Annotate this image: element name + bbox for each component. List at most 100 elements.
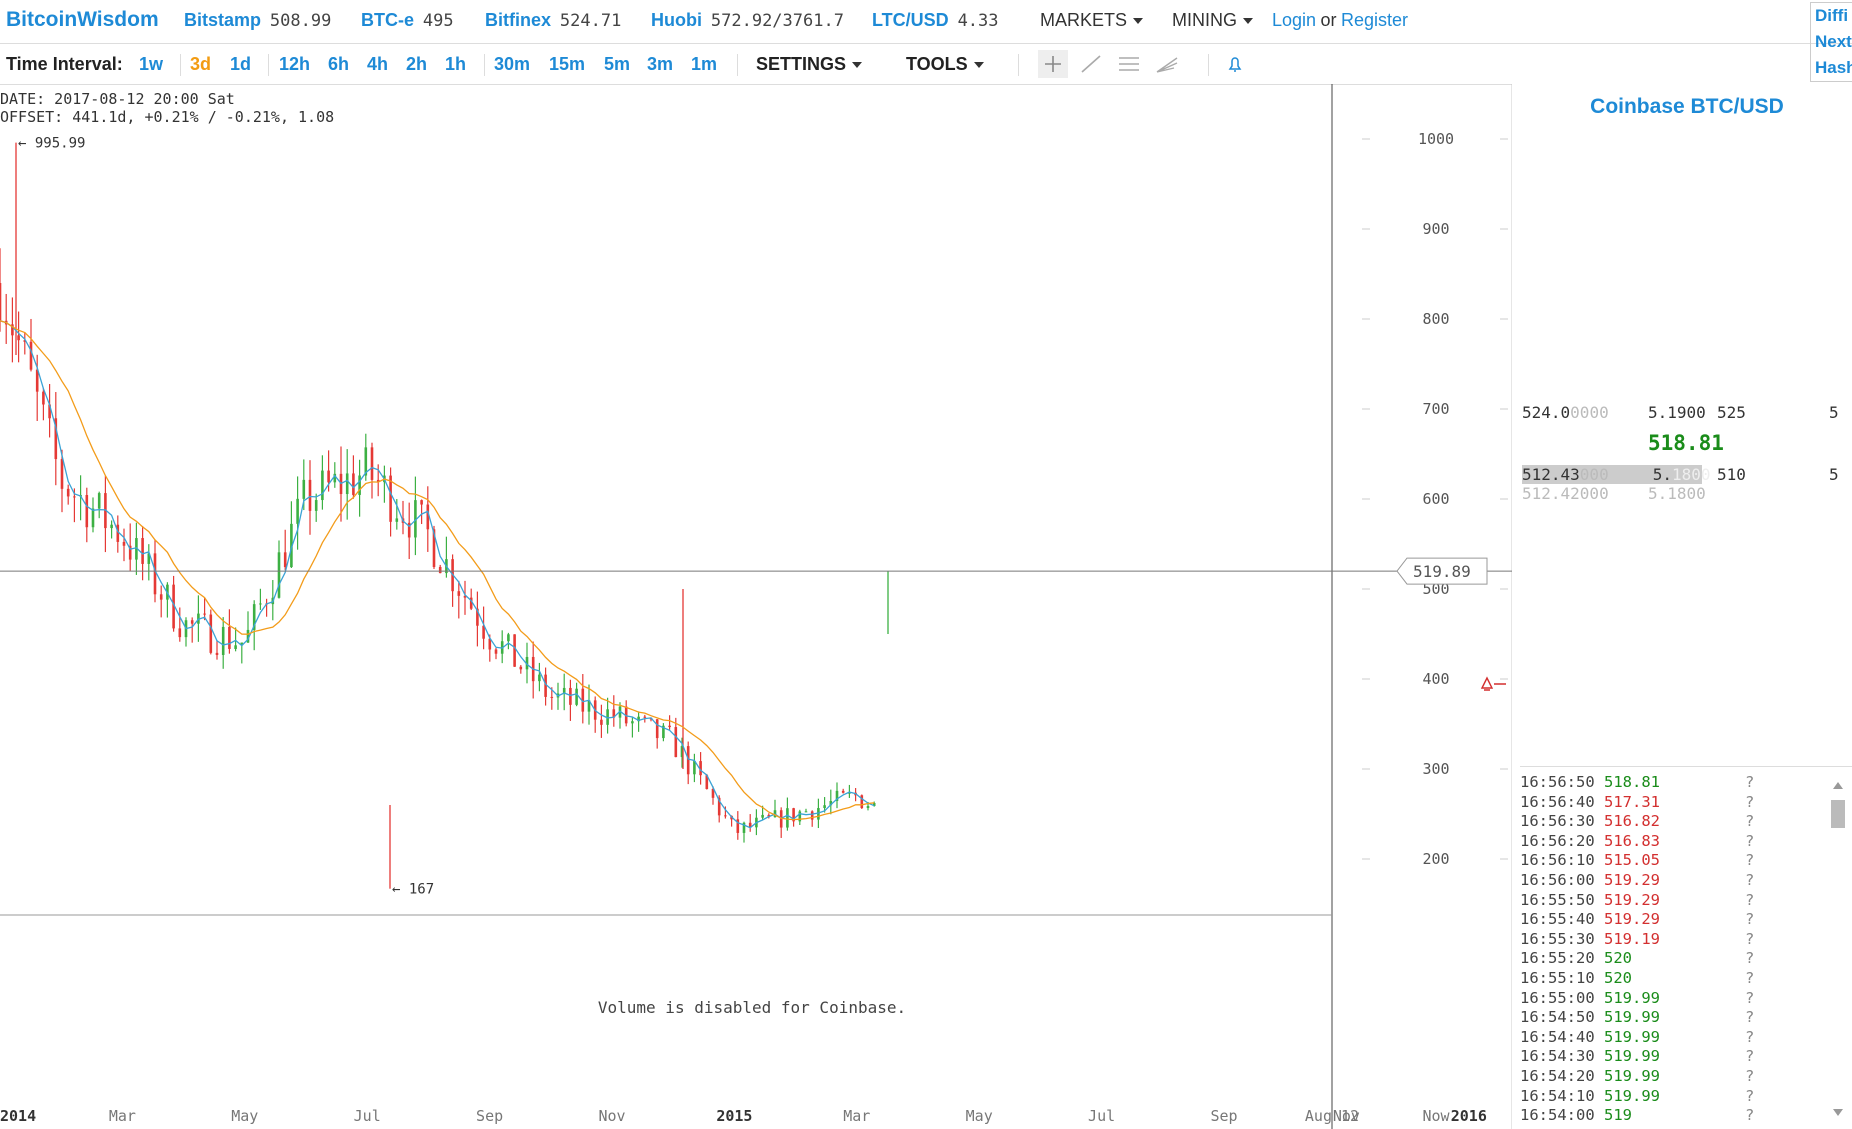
trade-time: 16:56:10 <box>1520 851 1595 870</box>
trade-price: 519.99 <box>1604 1027 1660 1046</box>
bid-sum: 510 <box>1717 465 1746 484</box>
divider <box>1018 54 1019 76</box>
trade-time: 16:55:40 <box>1520 910 1595 929</box>
bell-icon[interactable] <box>1220 50 1250 78</box>
interval-12h[interactable]: 12h <box>279 54 310 75</box>
interval-1m[interactable]: 1m <box>691 54 717 75</box>
interval-1w[interactable]: 1w <box>139 54 163 75</box>
interval-3m[interactable]: 3m <box>647 54 673 75</box>
auth-links: Login or Register <box>1272 10 1408 31</box>
candle-body <box>804 811 808 813</box>
trade-price: 519.29 <box>1604 910 1660 929</box>
difficulty-link[interactable]: Diffi <box>1811 3 1852 29</box>
trade-row: 16:56:00 519.29? <box>1520 871 1810 891</box>
ask-extra: 5 <box>1829 403 1839 422</box>
candle-body <box>302 479 306 499</box>
candle-body <box>85 495 89 528</box>
trade-time: 16:54:10 <box>1520 1086 1595 1105</box>
candle-body <box>110 524 113 529</box>
candle-body <box>60 459 64 489</box>
ticker-bitfinex[interactable]: Bitfinex 524.71 <box>485 10 621 31</box>
interval-4h[interactable]: 4h <box>367 54 388 75</box>
ticker-value: 495 <box>422 11 454 31</box>
candle-body <box>73 496 76 498</box>
trade-price: 517.31 <box>1604 792 1660 811</box>
candle-body <box>209 614 213 653</box>
trades-divider <box>1520 766 1852 767</box>
candle-body <box>66 488 70 497</box>
candle-body <box>178 628 182 638</box>
candle-body <box>395 518 399 522</box>
trade-amount: ? <box>1745 1086 1755 1105</box>
trade-price: 519.29 <box>1604 890 1660 909</box>
fan-icon[interactable] <box>1152 50 1182 78</box>
line-icon[interactable] <box>1076 50 1106 78</box>
candle-body <box>259 603 262 605</box>
y-tick-label: 900 <box>1422 220 1449 238</box>
mining-menu[interactable]: MINING <box>1172 10 1253 31</box>
ticker-huobi[interactable]: Huobi 572.92/3761.7 <box>651 10 844 31</box>
candle-body <box>203 613 206 615</box>
interval-1h[interactable]: 1h <box>445 54 466 75</box>
interval-2h[interactable]: 2h <box>406 54 427 75</box>
bid-price[interactable]: 512.42000 <box>1522 484 1609 503</box>
interval-1d[interactable]: 1d <box>230 54 251 75</box>
candle-body <box>345 473 349 495</box>
bid-row-highlighted[interactable]: 512.43000 5.1800 <box>1522 465 1711 484</box>
ticker-name: Bitfinex <box>485 10 552 30</box>
top-navigation-bar: BitcoinWisdom Bitstamp 508.99 BTC-e 495 … <box>0 0 1852 44</box>
trade-time: 16:55:20 <box>1520 949 1595 968</box>
trade-amount: ? <box>1745 812 1755 831</box>
trade-price: 519.29 <box>1604 870 1660 889</box>
x-tick-label: Nov <box>598 1107 625 1125</box>
crosshair-icon[interactable] <box>1038 50 1068 78</box>
trade-time: 16:56:50 <box>1520 773 1595 791</box>
candle-body <box>221 626 225 655</box>
next-link[interactable]: Next <box>1811 29 1852 55</box>
interval-3d[interactable]: 3d <box>190 54 211 75</box>
ticker-name: Huobi <box>651 10 702 30</box>
markets-menu[interactable]: MARKETS <box>1040 10 1144 31</box>
hashrate-link[interactable]: Hash <box>1811 55 1852 81</box>
trade-time: 16:54:50 <box>1520 1008 1595 1027</box>
brand-logo[interactable]: BitcoinWisdom <box>6 8 159 32</box>
chart-toolbar: Time Interval: 1w 3d 1d 12h 6h 4h 2h 1h … <box>0 44 1800 84</box>
ticker-ltcusd[interactable]: LTC/USD 4.33 <box>872 10 999 31</box>
trade-price: 519.99 <box>1604 1047 1660 1066</box>
interval-6h[interactable]: 6h <box>328 54 349 75</box>
trade-price: 519.99 <box>1604 988 1660 1007</box>
candle-body <box>569 687 572 705</box>
trade-time: 16:55:30 <box>1520 929 1595 948</box>
moving-average-fast <box>0 320 875 829</box>
candle-body <box>283 552 287 568</box>
interval-30m[interactable]: 30m <box>494 54 530 75</box>
ticker-btce[interactable]: BTC-e 495 <box>361 10 454 31</box>
trades-scrollbar[interactable] <box>1828 778 1848 1120</box>
x-tick-label: Jul <box>354 1107 381 1125</box>
parallel-lines-icon[interactable] <box>1114 50 1144 78</box>
ask-price-dim: 0000 <box>1570 403 1609 422</box>
interval-15m[interactable]: 15m <box>549 54 585 75</box>
cursor-price-text: 519.89 <box>1413 562 1471 581</box>
trade-price: 519 <box>1604 1106 1632 1125</box>
candle-body <box>17 335 20 341</box>
trade-time: 16:54:40 <box>1520 1027 1595 1046</box>
candle-body <box>550 696 554 698</box>
tools-menu[interactable]: TOOLS <box>906 54 984 75</box>
ask-row[interactable]: 524.00000 <box>1522 403 1609 422</box>
trade-amount: ? <box>1745 851 1755 870</box>
settings-menu[interactable]: SETTINGS <box>756 54 863 75</box>
trade-amount: ? <box>1745 968 1755 987</box>
bid-amount: 5.1800 <box>1648 484 1706 503</box>
login-link[interactable]: Login <box>1272 10 1316 30</box>
y-tick-label: 200 <box>1422 850 1449 868</box>
trade-row: 16:55:00 519.99? <box>1520 989 1810 1009</box>
candle-body <box>122 541 126 546</box>
register-link[interactable]: Register <box>1341 10 1408 30</box>
interval-5m[interactable]: 5m <box>604 54 630 75</box>
y-tick-label: 800 <box>1422 310 1449 328</box>
candle-body <box>389 475 392 522</box>
price-chart[interactable]: 1000900800700600500400300200 519.89 ← 99… <box>0 84 1512 1129</box>
ticker-bitstamp[interactable]: Bitstamp 508.99 <box>184 10 331 31</box>
x-tick-label: Aug 12 <box>1305 1107 1359 1125</box>
